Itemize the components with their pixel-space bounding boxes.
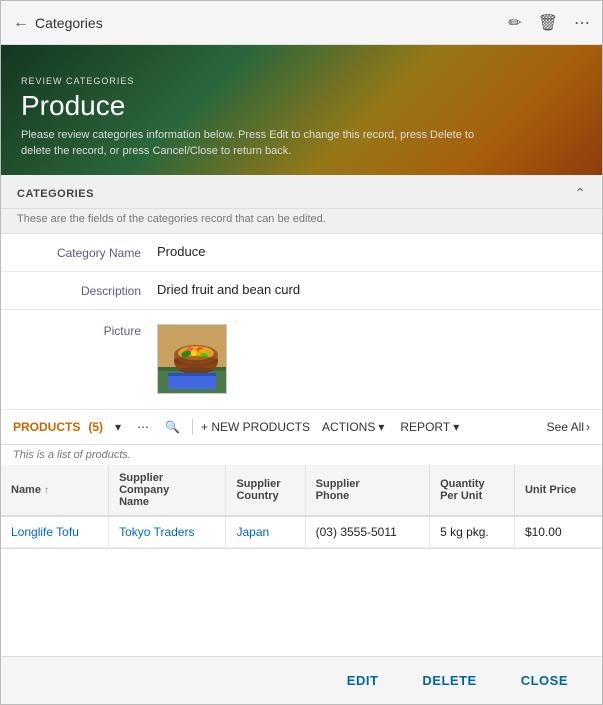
footer: EDIT DELETE CLOSE [1, 656, 602, 704]
picture-label: Picture [17, 324, 157, 338]
picture-thumbnail [157, 324, 227, 394]
products-search-button[interactable]: 🔍 [161, 418, 184, 436]
more-icon[interactable]: ⋯ [574, 13, 590, 33]
products-more-icon[interactable]: ⋯ [133, 418, 153, 436]
actions-button[interactable]: ACTIONS ▾ [318, 418, 388, 436]
collapse-icon[interactable]: ⌃ [574, 185, 586, 202]
table-row[interactable]: Longlife Tofu Tokyo Traders Japan (03) 3… [1, 516, 602, 548]
new-products-button[interactable]: + NEW PRODUCTS [201, 420, 310, 434]
delete-button[interactable]: DELETE [404, 667, 494, 694]
main-window: ← Categories ✏ 🗑 ⋯ REVIEW CATEGORIES Pro… [0, 0, 603, 705]
see-all-label: See All [547, 420, 584, 434]
products-label: PRODUCTS [13, 420, 80, 434]
products-dropdown-icon[interactable]: ▾ [111, 418, 125, 436]
actions-dropdown-icon: ▾ [378, 420, 384, 434]
categories-subtitle: These are the fields of the categories r… [1, 209, 602, 234]
table-header-row: Name ↑ SupplierCompanyName SupplierCount… [1, 465, 602, 516]
description-row: Description Dried fruit and bean curd [1, 272, 602, 310]
cell-supplier-company[interactable]: Tokyo Traders [109, 516, 226, 548]
report-label: REPORT [400, 420, 450, 434]
category-name-label: Category Name [17, 244, 157, 260]
close-button[interactable]: CLOSE [503, 667, 586, 694]
back-label: Categories [35, 15, 103, 31]
actions-label: ACTIONS [322, 420, 375, 434]
cell-unit-price: $10.00 [514, 516, 602, 548]
products-table: Name ↑ SupplierCompanyName SupplierCount… [1, 465, 602, 548]
products-toolbar: PRODUCTS (5) ▾ ⋯ 🔍 + NEW PRODUCTS ACTION… [1, 410, 602, 445]
cell-name[interactable]: Longlife Tofu [1, 516, 109, 548]
products-count: (5) [88, 420, 103, 434]
cell-quantity-per-unit: 5 kg pkg. [430, 516, 515, 548]
categories-title: CATEGORIES [17, 188, 94, 200]
edit-button[interactable]: EDIT [329, 667, 397, 694]
col-header-unit-price: Unit Price [514, 465, 602, 516]
toolbar-separator [192, 419, 193, 435]
description-value: Dried fruit and bean curd [157, 282, 586, 297]
category-name-row: Category Name Produce [1, 234, 602, 272]
description-label: Description [17, 282, 157, 298]
col-header-quantity-per-unit: QuantityPer Unit [430, 465, 515, 516]
col-header-supplier-phone: SupplierPhone [305, 465, 429, 516]
sort-icon: ↑ [44, 485, 49, 496]
back-arrow-icon: ← [13, 14, 29, 32]
hero-description: Please review categories information bel… [21, 128, 501, 159]
hero-content: REVIEW CATEGORIES Produce Please review … [21, 76, 582, 159]
products-table-container: Name ↑ SupplierCompanyName SupplierCount… [1, 465, 602, 549]
col-header-supplier-company: SupplierCompanyName [109, 465, 226, 516]
report-button[interactable]: REPORT ▾ [396, 418, 463, 436]
col-header-supplier-country: SupplierCountry [226, 465, 305, 516]
back-button[interactable]: ← Categories [13, 14, 103, 32]
header-actions: ✏ 🗑 ⋯ [508, 13, 590, 33]
category-name-value: Produce [157, 244, 586, 259]
report-dropdown-icon: ▾ [453, 420, 459, 434]
header: ← Categories ✏ 🗑 ⋯ [1, 1, 602, 45]
delete-icon[interactable]: 🗑 [538, 13, 558, 33]
picture-value [157, 324, 586, 394]
products-list-label: This is a list of products. [1, 445, 602, 465]
hero-subtitle: REVIEW CATEGORIES [21, 76, 582, 86]
cell-supplier-country[interactable]: Japan [226, 516, 305, 548]
see-all-button[interactable]: See All › [547, 420, 590, 434]
categories-section-header: CATEGORIES ⌃ [1, 175, 602, 209]
hero-title: Produce [21, 90, 582, 122]
cell-supplier-phone: (03) 3555-5011 [305, 516, 429, 548]
see-all-chevron-icon: › [586, 420, 590, 434]
hero-banner: REVIEW CATEGORIES Produce Please review … [1, 45, 602, 175]
edit-icon[interactable]: ✏ [508, 13, 521, 33]
picture-row: Picture [1, 310, 602, 410]
col-header-name: Name ↑ [1, 465, 109, 516]
